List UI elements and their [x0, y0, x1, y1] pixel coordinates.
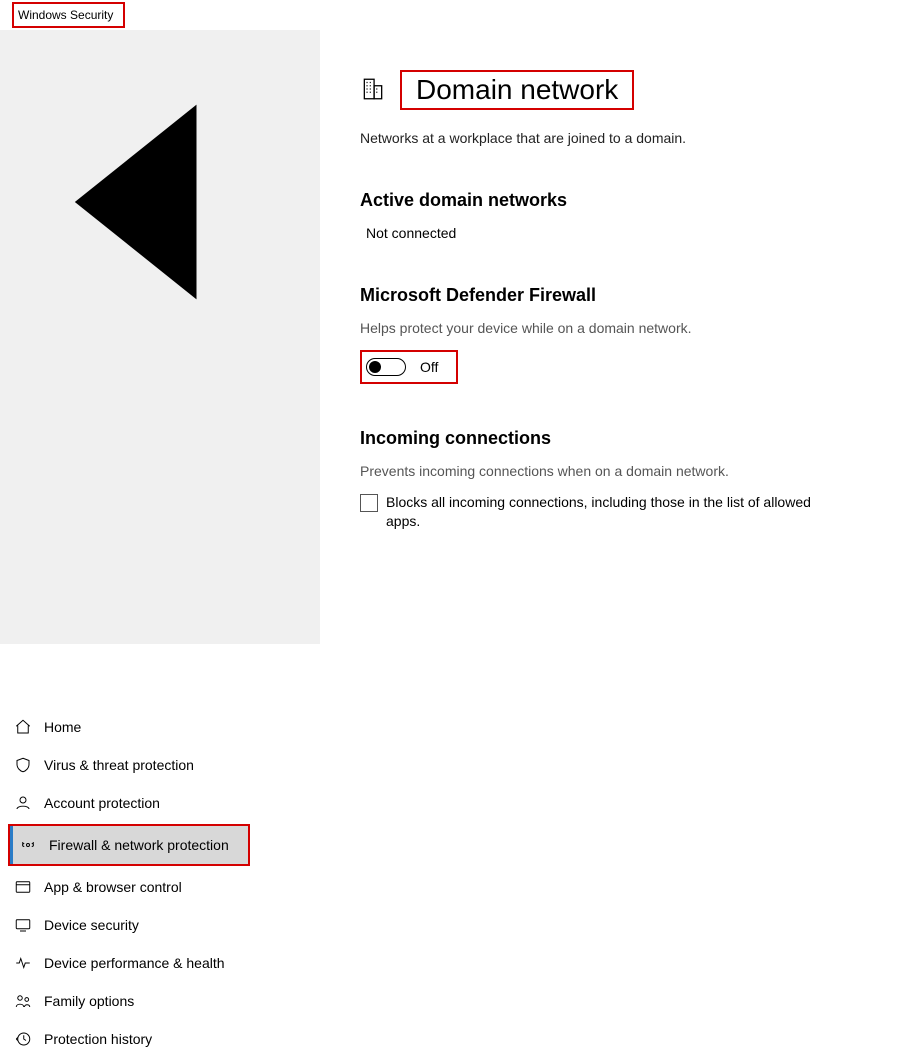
sidebar-item-label: Device security: [44, 917, 139, 933]
firewall-toggle[interactable]: [366, 358, 406, 376]
hamburger-icon: [14, 658, 306, 675]
block-incoming-checkbox[interactable]: [360, 494, 378, 512]
section-incoming: Incoming connections Prevents incoming c…: [360, 428, 883, 531]
sidebar-item-virus[interactable]: Virus & threat protection: [0, 746, 320, 784]
sidebar-item-device-security[interactable]: Device security: [0, 906, 320, 944]
toggle-knob: [369, 361, 381, 373]
section-active-networks: Active domain networks Not connected: [360, 190, 883, 241]
sidebar-item-label: Account protection: [44, 795, 160, 811]
highlight-firewall: Firewall & network protection: [8, 824, 250, 866]
network-protection-icon: [19, 836, 37, 854]
active-networks-status: Not connected: [366, 225, 883, 241]
building-icon: [360, 76, 386, 105]
sidebar-item-label: Firewall & network protection: [49, 837, 229, 853]
section-heading: Microsoft Defender Firewall: [360, 285, 883, 306]
performance-icon: [14, 954, 32, 972]
shield-icon: [14, 756, 32, 774]
sidebar-item-label: Protection history: [44, 1031, 152, 1047]
sidebar-item-firewall[interactable]: Firewall & network protection: [10, 826, 248, 864]
sidebar-item-label: Family options: [44, 993, 134, 1009]
firewall-toggle-highlight: Off: [360, 350, 458, 384]
menu-button[interactable]: [0, 373, 320, 682]
section-help: Helps protect your device while on a dom…: [360, 320, 883, 336]
section-heading: Incoming connections: [360, 428, 883, 449]
block-incoming-label: Blocks all incoming connections, includi…: [386, 493, 816, 531]
sidebar-item-label: App & browser control: [44, 879, 182, 895]
history-icon: [14, 1030, 32, 1048]
window-title: Windows Security: [12, 2, 125, 28]
app-browser-icon: [14, 878, 32, 896]
home-icon: [14, 718, 32, 736]
section-help: Prevents incoming connections when on a …: [360, 463, 883, 479]
sidebar-item-family[interactable]: Family options: [0, 982, 320, 1020]
window-titlebar: Windows Security: [0, 0, 923, 30]
section-heading: Active domain networks: [360, 190, 883, 211]
sidebar-item-performance[interactable]: Device performance & health: [0, 944, 320, 982]
sidebar-item-home[interactable]: Home: [0, 708, 320, 746]
page-subtitle: Networks at a workplace that are joined …: [360, 130, 883, 146]
sidebar-item-history[interactable]: Protection history: [0, 1020, 320, 1058]
family-icon: [14, 992, 32, 1010]
sidebar-item-label: Home: [44, 719, 81, 735]
back-button[interactable]: [0, 50, 320, 359]
device-security-icon: [14, 916, 32, 934]
section-firewall: Microsoft Defender Firewall Helps protec…: [360, 285, 883, 384]
sidebar: Home Virus & threat protection Account p…: [0, 30, 320, 644]
sidebar-item-label: Device performance & health: [44, 955, 225, 971]
firewall-state-label: Off: [420, 359, 438, 375]
sidebar-item-label: Virus & threat protection: [44, 757, 194, 773]
account-icon: [14, 794, 32, 812]
sidebar-item-account[interactable]: Account protection: [0, 784, 320, 822]
page-title: Domain network: [400, 70, 634, 110]
content-area: Domain network Networks at a workplace t…: [320, 30, 923, 644]
arrow-left-icon: [14, 332, 306, 352]
sidebar-item-app-browser[interactable]: App & browser control: [0, 868, 320, 906]
